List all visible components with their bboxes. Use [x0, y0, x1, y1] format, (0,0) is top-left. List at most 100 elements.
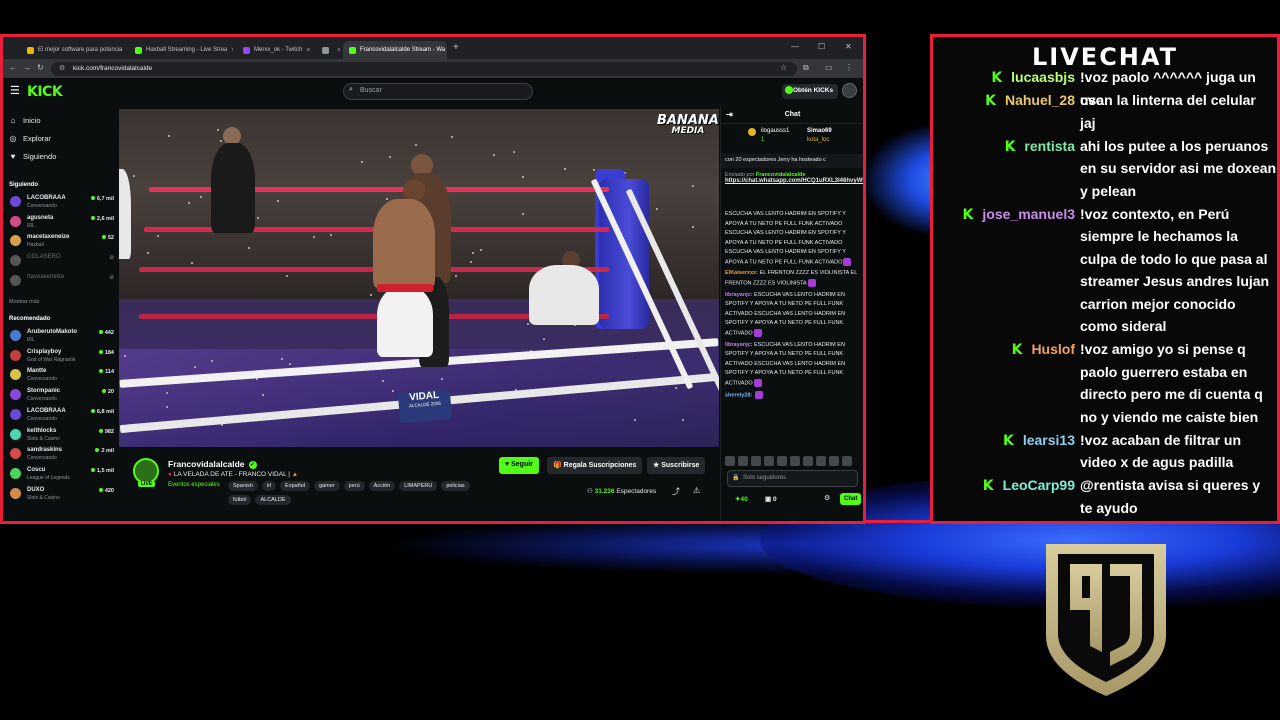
livechat-text-line: usan la linterna del celular: [1080, 92, 1256, 108]
kick-logo[interactable]: KICK: [27, 84, 63, 100]
sidebar-channel[interactable]: sandraskins Conversando 2 mil: [10, 446, 114, 466]
chat-username[interactable]: librayanjc:: [725, 342, 753, 348]
viewer-count: 52: [101, 235, 114, 241]
extensions-icon[interactable]: ⧉: [803, 63, 809, 73]
stream-tag[interactable]: ALCALDE: [255, 495, 291, 505]
stream-tag[interactable]: perú: [343, 481, 365, 491]
stream-tag[interactable]: Español: [280, 481, 311, 491]
gift-subs-button[interactable]: 🎁 Regala Suscripciones: [547, 457, 643, 474]
sidebar-channel[interactable]: Crisplayboy God of War Ragnarök 184: [10, 348, 114, 368]
back-icon[interactable]: ←: [9, 63, 17, 72]
url-bar[interactable]: ⚙ kick.com/francovidalalcalde: [51, 62, 797, 76]
kick-badge-icon: K: [982, 478, 994, 494]
video-player[interactable]: VIDAL ALCALDE 2026 BANANA MEDIA: [119, 109, 719, 447]
emote-bar: [725, 456, 861, 468]
channel-name[interactable]: Francovidalalcalde ✓: [168, 459, 257, 469]
browser-tab[interactable]: El mejor software para potencia×: [21, 41, 125, 59]
send-chat-button[interactable]: Chat: [840, 493, 862, 505]
minimize-icon[interactable]: —: [791, 42, 799, 51]
stream-tag[interactable]: Spanish: [228, 481, 258, 491]
search-input[interactable]: ⌕ Buscar: [343, 83, 533, 100]
browser-tab[interactable]: Merxx_ok - Twitch ×: [237, 41, 313, 59]
sidebar-channel[interactable]: agusneta IRL 2,6 mil: [10, 214, 114, 234]
live-dot-icon: [98, 428, 103, 433]
livechat-text-line: en su servidor asi me doxean: [1080, 160, 1277, 176]
fire-icon: ▲: [291, 471, 299, 478]
channel-points[interactable]: ✦40: [735, 495, 748, 503]
collapse-chat-icon[interactable]: ⇥: [726, 110, 733, 119]
browser-tab[interactable]: ×: [316, 41, 340, 59]
obtain-kicks-button[interactable]: Obtén KICKs: [782, 84, 838, 99]
follow-button[interactable]: ♥ Seguir: [499, 457, 539, 474]
browser-menu-icon[interactable]: ⋮: [845, 63, 853, 72]
maximize-icon[interactable]: ☐: [818, 42, 825, 51]
stream-tag[interactable]: fútbol: [228, 495, 252, 505]
viewers-icon: ⚇: [587, 488, 593, 495]
sidebar-channel[interactable]: keithlocks Slots & Casino 982: [10, 427, 114, 447]
sidebar-item-following[interactable]: ♥ Siguiendo: [9, 152, 57, 161]
livechat-text-line: te ayudo: [1080, 499, 1138, 516]
show-more-link[interactable]: Mostrar más: [9, 299, 40, 305]
bag-count[interactable]: ▣ 0: [765, 495, 777, 503]
sidebar-channel[interactable]: Coscu League of Legends 1,5 mil: [10, 466, 114, 486]
top-gifter-name[interactable]: ilogausss1: [761, 128, 789, 134]
pinned-link[interactable]: https://chat.whatsapp.com/HCQ1uRXL3l46hv…: [725, 178, 863, 184]
sidebar-channel[interactable]: GOLASERO ⊘: [10, 253, 114, 273]
sidebar-icon[interactable]: ▭: [825, 63, 833, 72]
stream-tag[interactable]: policias: [441, 481, 470, 491]
chat-username[interactable]: ElKaiserxxx:: [725, 270, 758, 276]
stream-tag[interactable]: irl: [261, 481, 277, 491]
sidebar-channel[interactable]: LACOBRAAA Conversando 6,7 mil: [10, 194, 114, 214]
new-tab-button[interactable]: +: [453, 42, 459, 53]
emote[interactable]: [725, 456, 735, 466]
browser-tab[interactable]: Francovidalalcalde Stream - Wa×: [343, 41, 447, 59]
top-gifter-name[interactable]: kota_loc: [807, 137, 829, 143]
gear-icon[interactable]: ⚙: [824, 494, 830, 502]
chat-username[interactable]: sherely28:: [725, 392, 752, 398]
stream-tag[interactable]: Acción: [368, 481, 396, 491]
emote[interactable]: [829, 456, 839, 466]
close-tab-icon[interactable]: ×: [231, 47, 233, 54]
emote[interactable]: [751, 456, 761, 466]
chat-message: sherely28:: [725, 390, 861, 401]
sidebar-channel[interactable]: LACOBRAAA Conversando 6,8 mil: [10, 407, 114, 427]
emote[interactable]: [803, 456, 813, 466]
sidebar-item-home[interactable]: ⌂ Inicio: [9, 116, 41, 125]
sidebar-item-explore[interactable]: ◎ Explorar: [9, 134, 51, 143]
browser-tab[interactable]: Haxball Streaming - Live Strea×: [129, 41, 233, 59]
emote[interactable]: [816, 456, 826, 466]
tab-favicon-icon: [27, 46, 34, 54]
sidebar-channel[interactable]: AruberutoMakoto IRL 442: [10, 328, 114, 348]
emote[interactable]: [842, 456, 852, 466]
chat-username[interactable]: librayanjc:: [725, 292, 753, 298]
stream-tag[interactable]: LIMAPERU: [399, 481, 438, 491]
sidebar-channel[interactable]: rtavoaxeneize ⊘: [10, 273, 114, 293]
close-tab-icon[interactable]: ×: [306, 47, 310, 54]
emote[interactable]: [790, 456, 800, 466]
channel-category: Conversando: [27, 376, 57, 383]
sidebar-channel[interactable]: Mantte Conversando 114: [10, 367, 114, 387]
sidebar: ⌂ Inicio ◎ Explorar ♥ Siguiendo Siguiend…: [3, 106, 119, 521]
sidebar-channel[interactable]: macetaxeneize Haxball 52: [10, 233, 114, 253]
share-icon[interactable]: ⤴: [672, 486, 680, 497]
site-info-icon[interactable]: ⚙: [59, 64, 65, 72]
emote[interactable]: [777, 456, 787, 466]
close-window-icon[interactable]: ✕: [845, 42, 852, 51]
menu-icon[interactable]: ☰: [10, 84, 20, 97]
stream-tag[interactable]: gamer: [314, 481, 340, 491]
close-tab-icon[interactable]: ×: [337, 47, 340, 54]
top-gifter-name[interactable]: Simao69: [807, 128, 832, 134]
forward-icon[interactable]: →: [23, 63, 31, 72]
channel-category: IRL: [27, 337, 35, 343]
emote[interactable]: [764, 456, 774, 466]
report-icon[interactable]: ⚠: [693, 486, 700, 495]
channel-category: Conversando: [27, 203, 57, 209]
sidebar-channel[interactable]: Stormpanic Conversando 20: [10, 387, 114, 407]
avatar[interactable]: [842, 83, 857, 98]
emote[interactable]: [738, 456, 748, 466]
sidebar-channel[interactable]: DUXO Slots & Casino 420: [10, 486, 114, 506]
bookmark-star-icon[interactable]: ☆: [780, 63, 787, 72]
reload-icon[interactable]: ↻: [37, 63, 44, 72]
chat-input[interactable]: 🔒 Solo seguidores: [727, 470, 858, 487]
subscribe-button[interactable]: ★ Suscribirse: [647, 457, 706, 474]
